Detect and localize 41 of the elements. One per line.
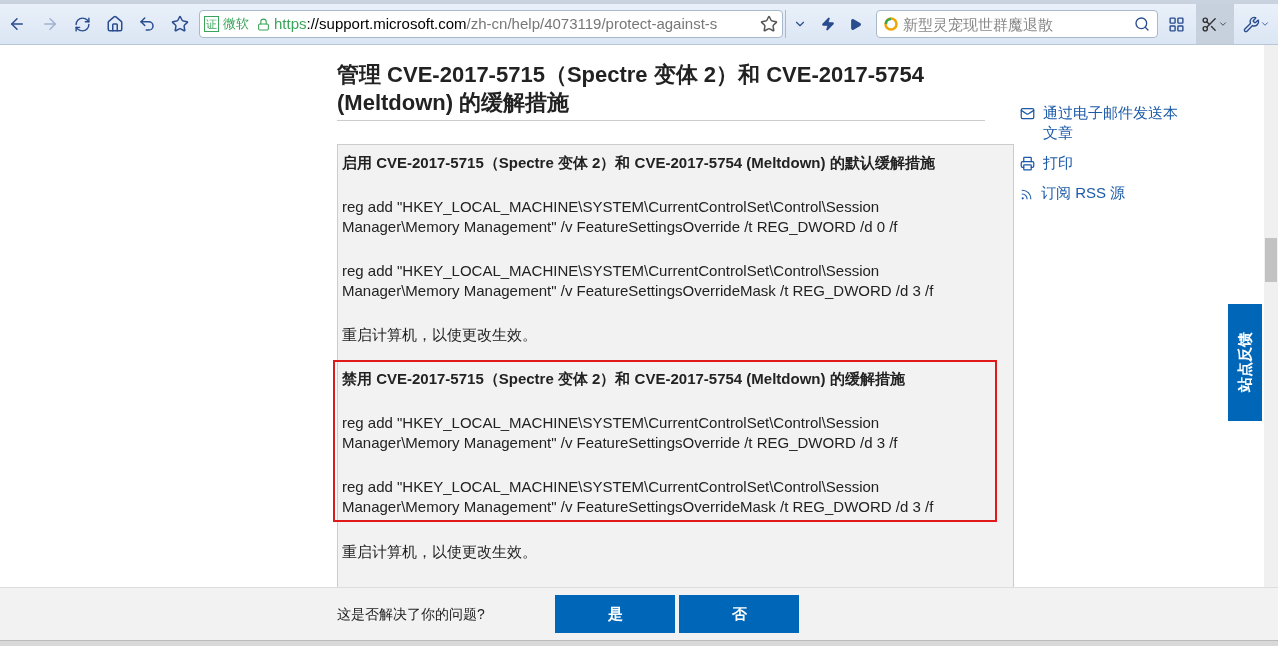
star-icon <box>170 15 189 33</box>
address-bar[interactable]: 证 微软 https://support.microsoft.com/zh-cn/help/4073119/protect-against-s <box>199 10 783 38</box>
section-heading: 禁用 CVE-2017-5715（Spectre 变体 2）和 CVE-2017-5754 (Meltdown) 的缓解措施 <box>342 369 906 389</box>
feedback-tab[interactable]: 站点反馈 <box>1228 304 1262 421</box>
screenshot-button[interactable] <box>1196 4 1234 44</box>
restart-note: 重启计算机，以使更改生效。 <box>342 325 538 345</box>
registry-command: reg add "HKEY_LOCAL_MACHINE\SYSTEM\CurrentControlSet\Control\Session Manager\Memory Management" /v FeatureSettingsOverride /t REG_DWORD /d 0 /f <box>342 197 899 237</box>
feedback-question: 这是否解决了你的问题? <box>337 604 486 624</box>
bookmark-star-icon[interactable] <box>759 15 778 33</box>
feedback-button[interactable]: 否 <box>679 595 799 633</box>
wrench-icon <box>1243 15 1261 33</box>
home-icon <box>105 15 124 33</box>
site-owner: 微软 <box>223 15 249 34</box>
lock-icon <box>257 17 270 31</box>
lightning-icon <box>820 17 835 31</box>
registry-command: reg add "HKEY_LOCAL_MACHINE\SYSTEM\CurrentControlSet\Control\Session Manager\Memory Management" /v FeatureSettingsOverrideMask /t REG_DWORD /d 3 /f <box>342 261 935 301</box>
restart-note: 重启计算机，以使更改生效。 <box>342 542 538 562</box>
sidebar-link[interactable]: 订阅 RSS 源 <box>1020 183 1190 203</box>
rss-icon <box>1020 188 1033 201</box>
search-icon[interactable] <box>1133 16 1150 32</box>
section-heading: 启用 CVE-2017-5715（Spectre 变体 2）和 CVE-2017-5754 (Meltdown) 的默认缓解措施 <box>342 153 936 173</box>
caret-icon <box>1260 19 1271 29</box>
feedback-button[interactable]: 是 <box>555 595 675 633</box>
url-text: https://support.microsoft.com/zh-cn/help/4073119/protect-against-s <box>274 13 718 34</box>
certificate-badge: 证 <box>204 16 219 32</box>
printer-icon <box>1020 156 1035 171</box>
scissors-icon <box>1201 15 1219 33</box>
sidebar-link[interactable]: 打印 <box>1020 153 1190 173</box>
grid-icon <box>1168 15 1186 33</box>
refresh-icon <box>73 15 91 33</box>
caret-icon <box>1218 19 1229 29</box>
mail-icon <box>1020 106 1035 121</box>
search-field[interactable]: 新型灵宠现世群魔退散 <box>875 10 1158 38</box>
search-engine-icon <box>883 17 898 31</box>
sidebar-link[interactable]: 通过电子邮件发送本文章 <box>1020 103 1190 143</box>
scrollbar[interactable] <box>1264 45 1278 587</box>
registry-command: reg add "HKEY_LOCAL_MACHINE\SYSTEM\CurrentControlSet\Control\Session Manager\Memory Management" /v FeatureSettingsOverrideMask /t REG_DWORD /d 3 /f <box>342 477 935 517</box>
undo-icon <box>138 15 157 33</box>
registry-command: reg add "HKEY_LOCAL_MACHINE\SYSTEM\CurrentControlSet\Control\Session Manager\Memory Management" /v FeatureSettingsOverride /t REG_DWORD /d 3 /f <box>342 413 899 453</box>
play-icon <box>849 17 863 31</box>
article-title: 管理 CVE-2017-5715（Spectre 变体 2）和 CVE-2017-5754 (Meltdown) 的缓解措施 <box>337 61 985 121</box>
